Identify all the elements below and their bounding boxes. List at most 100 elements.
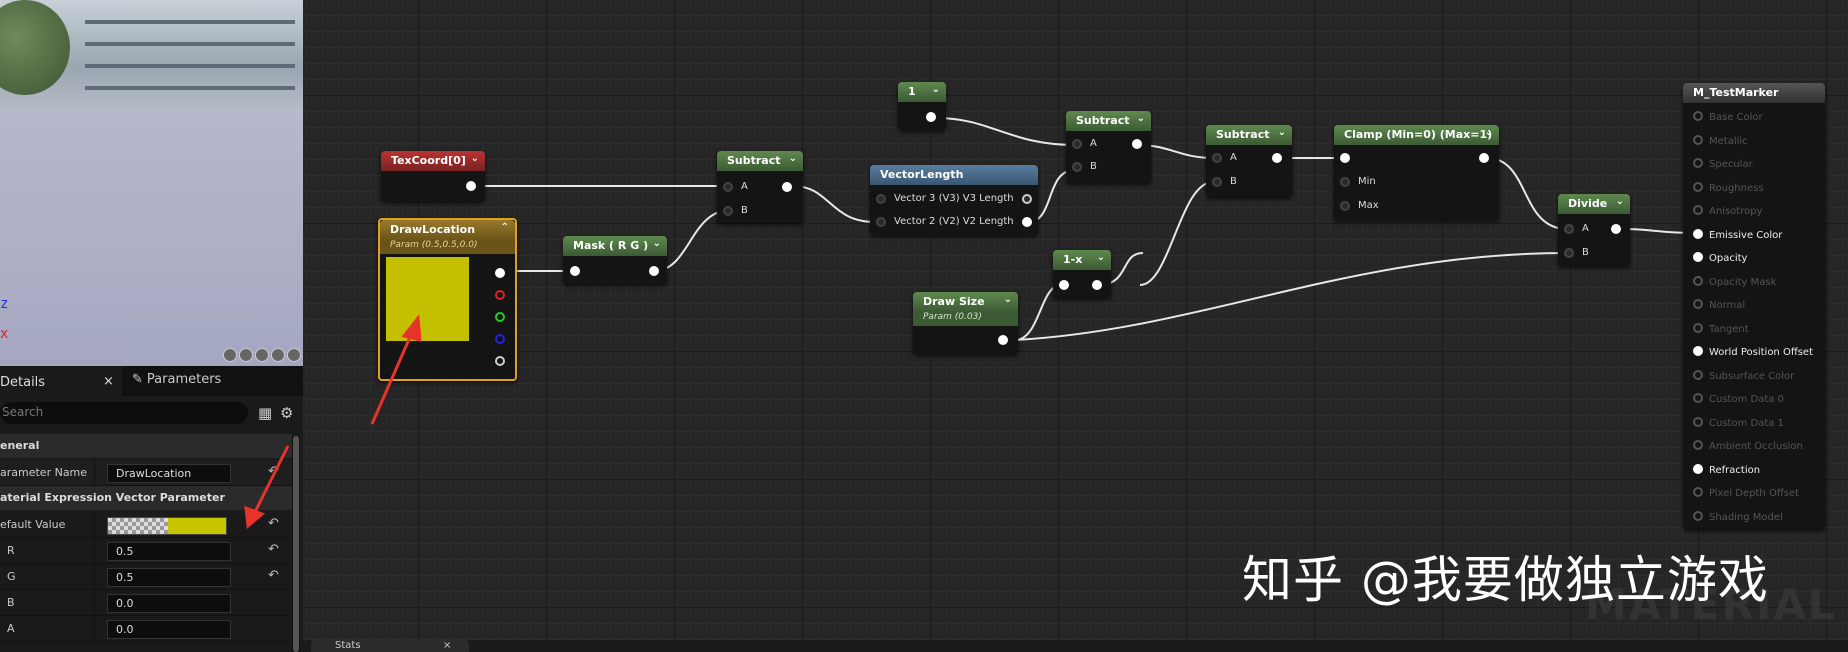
material-pin[interactable]: Anisotropy — [1693, 205, 1762, 217]
reset-icon[interactable]: ↶ — [268, 516, 279, 531]
input-pin[interactable] — [570, 266, 580, 276]
output-pin[interactable] — [926, 112, 936, 122]
output-pin-rgb[interactable] — [495, 268, 505, 278]
material-pin[interactable]: Roughness — [1693, 181, 1764, 194]
material-pin[interactable]: Subsurface Color — [1693, 369, 1794, 382]
material-pin[interactable]: Shading Model — [1693, 510, 1783, 523]
node-clamp[interactable]: Clamp (Min=0) (Max=1) ⌄ Min Max — [1334, 125, 1499, 220]
output-pin[interactable] — [466, 181, 476, 191]
node-subtract-3[interactable]: Subtract ⌄ A B — [1206, 125, 1292, 197]
chevron-down-icon[interactable]: ⌄ — [932, 84, 940, 95]
material-pin[interactable]: Ambient Occlusion — [1693, 440, 1803, 452]
output-pin-r[interactable] — [495, 290, 505, 300]
material-pin[interactable]: Metallic — [1693, 134, 1748, 147]
material-pin[interactable]: Tangent — [1693, 322, 1749, 335]
details-scrollbar[interactable] — [292, 436, 300, 652]
chevron-down-icon[interactable]: ⌄ — [653, 238, 661, 249]
input-pin-a[interactable] — [1564, 224, 1574, 234]
material-pin[interactable]: Base Color — [1693, 111, 1763, 123]
plane-icon[interactable] — [255, 348, 269, 362]
input-pin-b[interactable] — [1072, 162, 1082, 172]
tab-stats[interactable]: Stats × — [311, 640, 469, 652]
node-drawsize[interactable]: Draw Size ⌄ Param (0.03) — [913, 292, 1018, 354]
section-general[interactable]: eneral — [0, 434, 292, 458]
sphere-icon[interactable] — [239, 348, 253, 362]
table-view-icon[interactable]: ▦ — [258, 404, 272, 422]
cylinder-icon[interactable] — [223, 348, 237, 362]
output-pin-b[interactable] — [495, 334, 505, 344]
input-pin-a[interactable] — [723, 182, 733, 192]
cube-icon[interactable] — [271, 348, 285, 362]
material-pin[interactable]: Custom Data 1 — [1693, 416, 1784, 429]
gear-icon[interactable]: ⚙ — [280, 404, 293, 422]
reset-icon[interactable]: ↶ — [268, 568, 279, 583]
output-pin[interactable] — [1132, 139, 1142, 149]
node-texcoord[interactable]: TexCoord[0] ⌄ — [381, 151, 485, 201]
output-pin[interactable] — [998, 335, 1008, 345]
input-pin-a[interactable] — [1212, 153, 1222, 163]
chevron-down-icon[interactable]: ⌄ — [1616, 196, 1624, 207]
node-divide[interactable]: Divide ⌄ A B — [1558, 194, 1630, 266]
tab-close-icon[interactable]: × — [103, 374, 114, 389]
tab-parameters[interactable]: ✎ Parameters — [132, 372, 221, 387]
reset-icon[interactable]: ↶ — [268, 542, 279, 557]
node-vectorlength[interactable]: VectorLength Vector 3 (V3) V3 Length Vec… — [870, 165, 1038, 235]
node-subtract-1[interactable]: Subtract ⌄ A B — [717, 151, 803, 223]
r-field[interactable]: 0.5 — [107, 542, 231, 561]
node-constant-1[interactable]: 1 ⌄ — [898, 82, 946, 130]
material-pin[interactable]: Custom Data 0 — [1693, 393, 1784, 405]
b-field[interactable]: 0.0 — [107, 594, 231, 613]
reset-icon[interactable]: ↶ — [268, 464, 279, 479]
output-pin[interactable] — [1479, 153, 1489, 163]
parameter-name-field[interactable]: DrawLocation — [107, 464, 231, 483]
chevron-up-icon[interactable]: ⌃ — [501, 222, 509, 233]
material-pin[interactable]: Refraction — [1693, 463, 1760, 476]
node-one-minus[interactable]: 1-x ⌄ — [1053, 250, 1111, 298]
section-vector-parameter[interactable]: aterial Expression Vector Parameter — [0, 486, 292, 510]
a-field[interactable]: 0.0 — [107, 620, 231, 639]
input-pin-b[interactable] — [1212, 177, 1222, 187]
material-pin[interactable]: Emissive Color — [1693, 228, 1782, 241]
g-field[interactable]: 0.5 — [107, 568, 231, 587]
chevron-down-icon[interactable]: ⌄ — [1097, 252, 1105, 263]
search-input[interactable]: Search — [0, 402, 248, 424]
chevron-down-icon[interactable]: ⌄ — [1137, 113, 1145, 124]
input-pin-v3[interactable] — [876, 194, 886, 204]
teapot-icon[interactable] — [287, 348, 301, 362]
material-pin[interactable]: Pixel Depth Offset — [1693, 487, 1799, 499]
material-pin[interactable]: Specular — [1693, 158, 1753, 170]
chevron-down-icon[interactable]: ⌄ — [1485, 127, 1493, 138]
node-subtract-2[interactable]: Subtract ⌄ A B — [1066, 111, 1151, 183]
output-pin[interactable] — [1611, 224, 1621, 234]
input-pin-max[interactable] — [1340, 201, 1350, 211]
node-drawlocation[interactable]: DrawLocation ⌃ Param (0.5,0.5,0.0) — [378, 218, 517, 381]
chevron-down-icon[interactable]: ⌄ — [789, 153, 797, 164]
material-pin[interactable]: Opacity — [1693, 252, 1747, 264]
output-pin-a[interactable] — [495, 356, 505, 366]
input-pin-b[interactable] — [723, 206, 733, 216]
input-pin-v2[interactable] — [876, 217, 886, 227]
output-pin[interactable] — [649, 266, 659, 276]
input-pin[interactable] — [1340, 153, 1350, 163]
material-pin[interactable]: World Position Offset — [1693, 346, 1813, 358]
input-pin[interactable] — [1059, 280, 1069, 290]
input-pin-b[interactable] — [1564, 248, 1574, 258]
tab-details[interactable]: Details × — [0, 366, 122, 396]
tab-close-icon[interactable]: × — [443, 640, 451, 651]
output-pin-g[interactable] — [495, 312, 505, 322]
output-pin[interactable] — [1272, 153, 1282, 163]
output-pin-v2[interactable] — [1022, 217, 1032, 227]
node-mask[interactable]: Mask ( R G ) ⌄ — [563, 236, 667, 284]
input-pin-a[interactable] — [1072, 139, 1082, 149]
output-pin[interactable] — [1092, 280, 1102, 290]
chevron-down-icon[interactable]: ⌄ — [1278, 127, 1286, 138]
default-value-color-swatch[interactable] — [107, 517, 227, 535]
preview-viewport[interactable]: z x — [0, 0, 303, 366]
chevron-down-icon[interactable]: ⌄ — [471, 153, 479, 164]
material-pin[interactable]: Normal — [1693, 299, 1745, 311]
input-pin-min[interactable] — [1340, 177, 1350, 187]
chevron-down-icon[interactable]: ⌄ — [1004, 294, 1012, 305]
output-pin-v3[interactable] — [1022, 194, 1032, 204]
output-pin[interactable] — [782, 182, 792, 192]
node-material-output[interactable]: M_TestMarker Base Color Metallic Specular R… — [1683, 83, 1825, 529]
